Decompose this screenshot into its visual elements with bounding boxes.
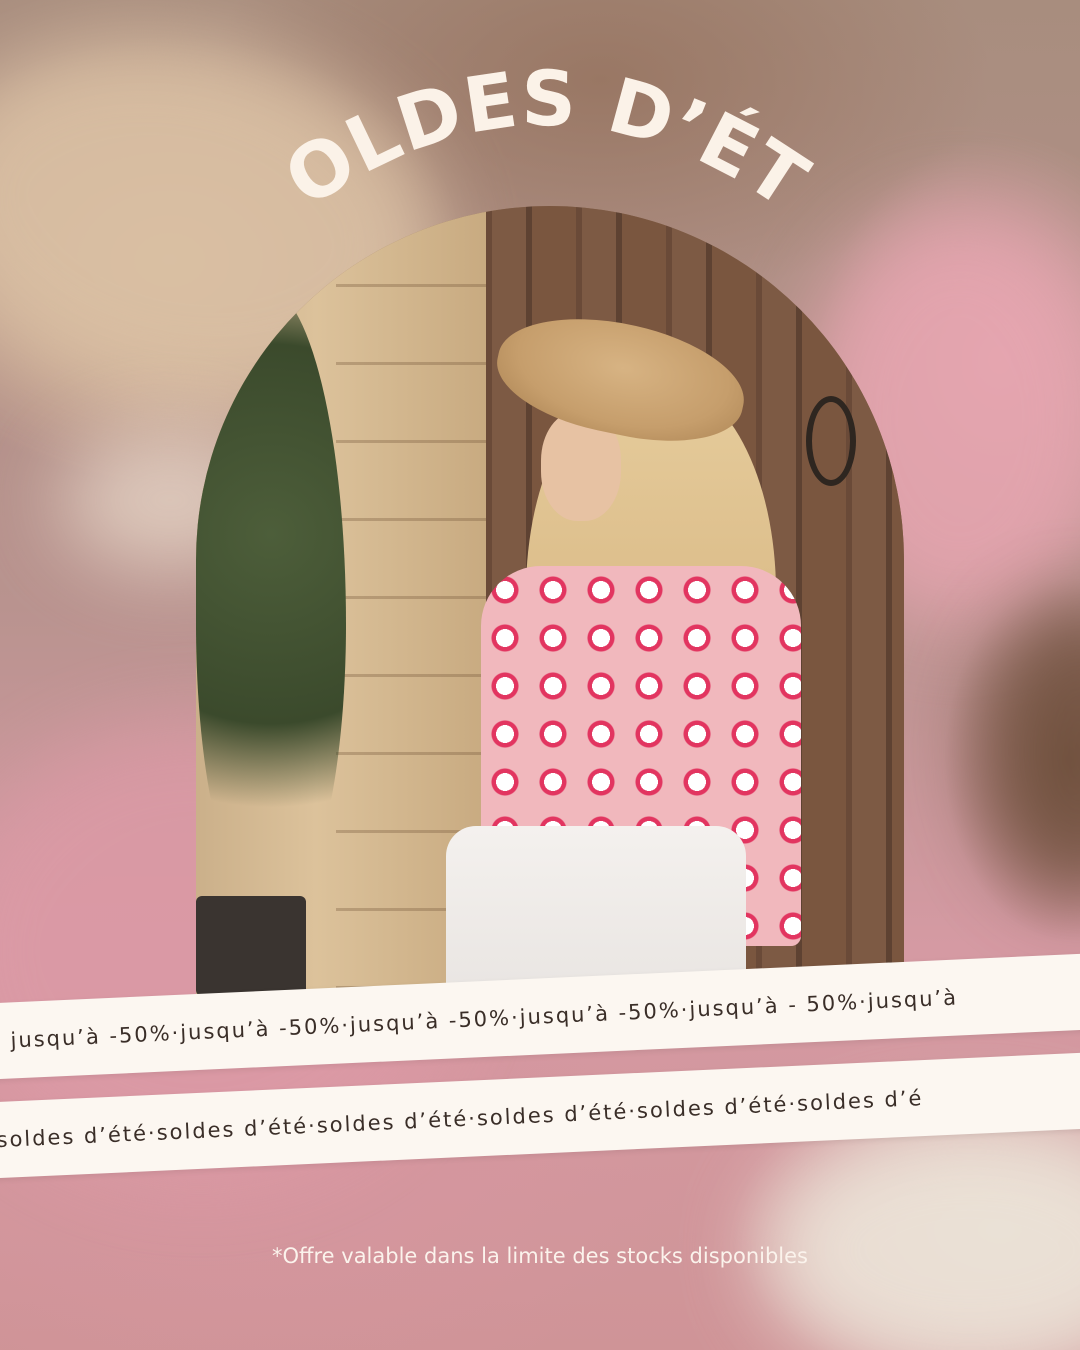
title-text: SOLDES D’ÉTÉ [0, 0, 823, 226]
ribbon-item: jusqu’à -50% [349, 1005, 512, 1038]
product-photo-arch [196, 206, 904, 996]
photo-plant-pot [196, 896, 306, 996]
ribbon-item: soldes d’é [796, 1086, 924, 1116]
svg-text:SOLDES D’ÉTÉ: SOLDES D’ÉTÉ [0, 0, 824, 226]
ribbon-item: soldes d’été [0, 1121, 149, 1153]
ribbon-item: soldes d’été [636, 1092, 789, 1124]
ribbon-item: jusqu’à -50% [179, 1013, 342, 1045]
ribbon-item: jusqu’à - 50% [688, 989, 860, 1022]
offer-disclaimer: *Offre valable dans la limite des stocks… [272, 1244, 808, 1268]
door-knocker-icon [806, 396, 856, 486]
ribbon-item: jusqu’à [867, 985, 959, 1014]
ribbon-item: soldes d’été [156, 1113, 309, 1145]
ribbon-item: jusqu’à -50% [519, 998, 682, 1030]
ribbon-item: soldes d’été [476, 1099, 629, 1131]
ribbon-item: soldes d’été [316, 1106, 469, 1138]
background-blur-dark [980, 600, 1080, 900]
ribbon-item: jusqu’à -50% [10, 1021, 173, 1053]
background-blur-cream [760, 1120, 1080, 1350]
